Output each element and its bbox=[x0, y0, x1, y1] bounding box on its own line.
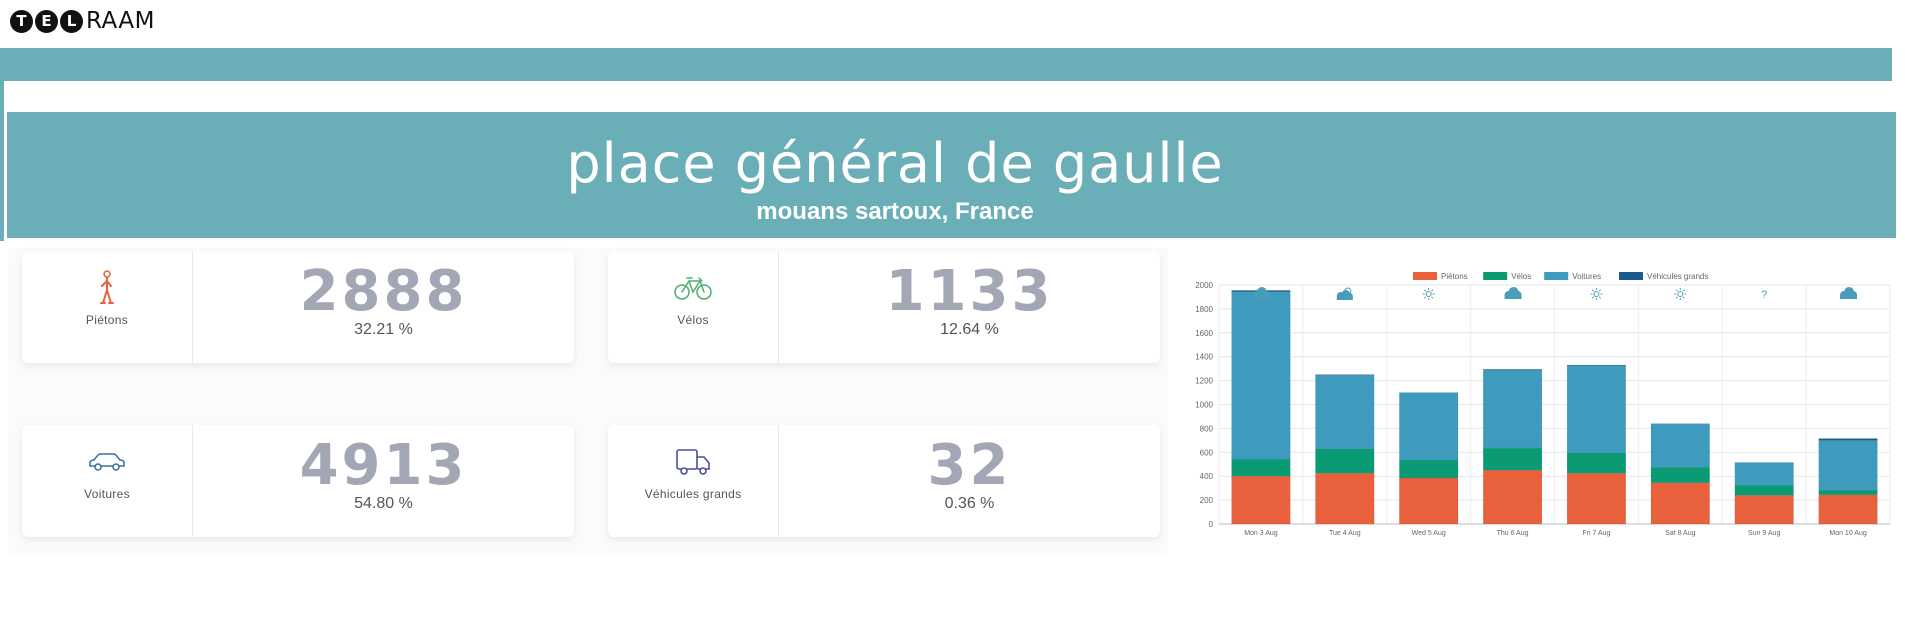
logo-letter-t: T bbox=[10, 9, 33, 33]
bar-segment bbox=[1315, 374, 1375, 376]
bicycle-icon bbox=[674, 277, 712, 300]
truck-icon bbox=[676, 449, 710, 475]
y-tick-label: 600 bbox=[1200, 448, 1214, 457]
bar-segment bbox=[1399, 392, 1459, 461]
card-count: 2888 bbox=[299, 259, 468, 324]
y-tick-label: 800 bbox=[1200, 424, 1214, 433]
bar-segment bbox=[1231, 475, 1291, 525]
bar-segment bbox=[1566, 472, 1627, 525]
bar-segment bbox=[1231, 291, 1291, 460]
page-title: place général de gaulle bbox=[566, 132, 1224, 195]
x-tick-label: Wed 5 Aug bbox=[1412, 530, 1446, 537]
card-count: 1133 bbox=[885, 259, 1054, 324]
legend-swatch bbox=[1413, 272, 1437, 280]
bar-segment bbox=[1399, 477, 1459, 525]
bar-segment bbox=[1482, 368, 1543, 371]
telraam-logo[interactable]: T E L RAAM bbox=[10, 8, 155, 34]
stat-card-vehicules-grands: Véhicules grands 32 0.36 % bbox=[608, 425, 1160, 537]
pedestrian-icon bbox=[100, 270, 114, 304]
bar-segment bbox=[1482, 369, 1543, 449]
bar-segment bbox=[1818, 494, 1878, 525]
sun-icon bbox=[1590, 288, 1603, 300]
bar-segment bbox=[1650, 466, 1710, 484]
card-percent: 12.64 % bbox=[940, 321, 999, 338]
left-divider bbox=[0, 81, 4, 241]
card-label: Véhicules grands bbox=[644, 487, 742, 501]
bar-segment bbox=[1315, 472, 1375, 525]
cloud-icon bbox=[1252, 287, 1270, 299]
bar-segment bbox=[1734, 462, 1794, 486]
bar-segment bbox=[1818, 438, 1878, 441]
stat-card-voitures: Voitures 4913 54.80 % bbox=[22, 425, 574, 537]
bar-segment bbox=[1315, 374, 1375, 449]
x-tick-label: Fri 7 Aug bbox=[1582, 530, 1610, 537]
legend-swatch bbox=[1483, 272, 1508, 280]
card-percent: 54.80 % bbox=[354, 495, 413, 512]
bar-segment bbox=[1650, 423, 1710, 468]
bar-segment bbox=[1650, 482, 1710, 525]
logo-text: RAAM bbox=[86, 8, 156, 34]
x-tick-label: Mon 3 Aug bbox=[1244, 530, 1278, 537]
legend-label: Piétons bbox=[1441, 272, 1468, 281]
chart-svg: 0 200 400 600 800 1000 1200 1400 1600 1800 2000 Pié… bbox=[1195, 272, 1891, 537]
card-percent: 32.21 % bbox=[354, 321, 413, 338]
y-tick-label: 1000 bbox=[1195, 401, 1213, 410]
bar-segment bbox=[1399, 459, 1459, 479]
bar-segment bbox=[1734, 484, 1794, 496]
y-tick-label: 1400 bbox=[1195, 353, 1213, 362]
x-tick-label: Thu 6 Aug bbox=[1497, 530, 1529, 537]
unknown-weather-icon: ? bbox=[1761, 289, 1767, 301]
card-count: 32 bbox=[927, 433, 1012, 498]
y-tick-label: 1600 bbox=[1195, 329, 1213, 338]
legend-swatch bbox=[1619, 272, 1643, 280]
bar-segment bbox=[1566, 452, 1627, 474]
card-label: Piétons bbox=[85, 313, 129, 327]
y-tick-label: 1800 bbox=[1195, 305, 1213, 314]
card-percent: 0.36 % bbox=[944, 495, 995, 512]
top-band bbox=[0, 48, 1892, 81]
cloud-icon bbox=[1840, 287, 1858, 299]
y-tick-label: 2000 bbox=[1195, 281, 1213, 290]
x-tick-label: Tue 4 Aug bbox=[1329, 530, 1361, 537]
y-tick-label: 200 bbox=[1200, 496, 1214, 505]
x-tick-label: Sun 9 Aug bbox=[1748, 530, 1780, 537]
bar-segment bbox=[1482, 469, 1543, 525]
bar-segment bbox=[1315, 448, 1375, 474]
page-subtitle: mouans sartoux, France bbox=[756, 198, 1034, 225]
y-tick-label: 1200 bbox=[1195, 377, 1213, 386]
stat-card-velos: Vélos 1133 12.64 % bbox=[608, 251, 1160, 363]
bar-segment bbox=[1231, 459, 1291, 477]
daily-traffic-chart: 0 200 400 600 800 1000 1200 1400 1600 1800 2000 Pié… bbox=[1185, 265, 1895, 545]
stat-card-pietons: Piétons 2888 32.21 % bbox=[22, 251, 574, 363]
header-banner: place général de gaulle mouans sartoux, … bbox=[7, 112, 1896, 238]
cloud-icon bbox=[1504, 287, 1522, 299]
card-label: Voitures bbox=[84, 487, 130, 501]
sun-icon bbox=[1422, 288, 1435, 300]
sun-icon bbox=[1674, 288, 1687, 300]
bar-segment bbox=[1734, 495, 1794, 525]
legend-label: Vélos bbox=[1511, 272, 1531, 281]
legend-swatch bbox=[1544, 272, 1569, 280]
logo-letter-l: L bbox=[60, 9, 83, 33]
y-tick-label: 400 bbox=[1200, 472, 1214, 481]
card-label: Vélos bbox=[677, 313, 709, 327]
bar-segment bbox=[1566, 364, 1627, 366]
x-tick-label: Mon 10 Aug bbox=[1829, 530, 1866, 537]
car-icon bbox=[89, 453, 125, 471]
logo-letter-e: E bbox=[35, 9, 58, 33]
bar-segment bbox=[1818, 440, 1878, 491]
card-count: 4913 bbox=[299, 433, 468, 498]
sun-cloud-icon bbox=[1336, 287, 1353, 300]
bar-segment bbox=[1818, 490, 1878, 495]
y-tick-label: 0 bbox=[1209, 520, 1214, 529]
x-tick-label: Sat 8 Aug bbox=[1665, 530, 1695, 537]
legend-label: Voitures bbox=[1572, 272, 1601, 281]
legend-label: Véhicules grands bbox=[1647, 272, 1708, 281]
bar-segment bbox=[1482, 447, 1543, 471]
bar-segment bbox=[1566, 365, 1627, 454]
